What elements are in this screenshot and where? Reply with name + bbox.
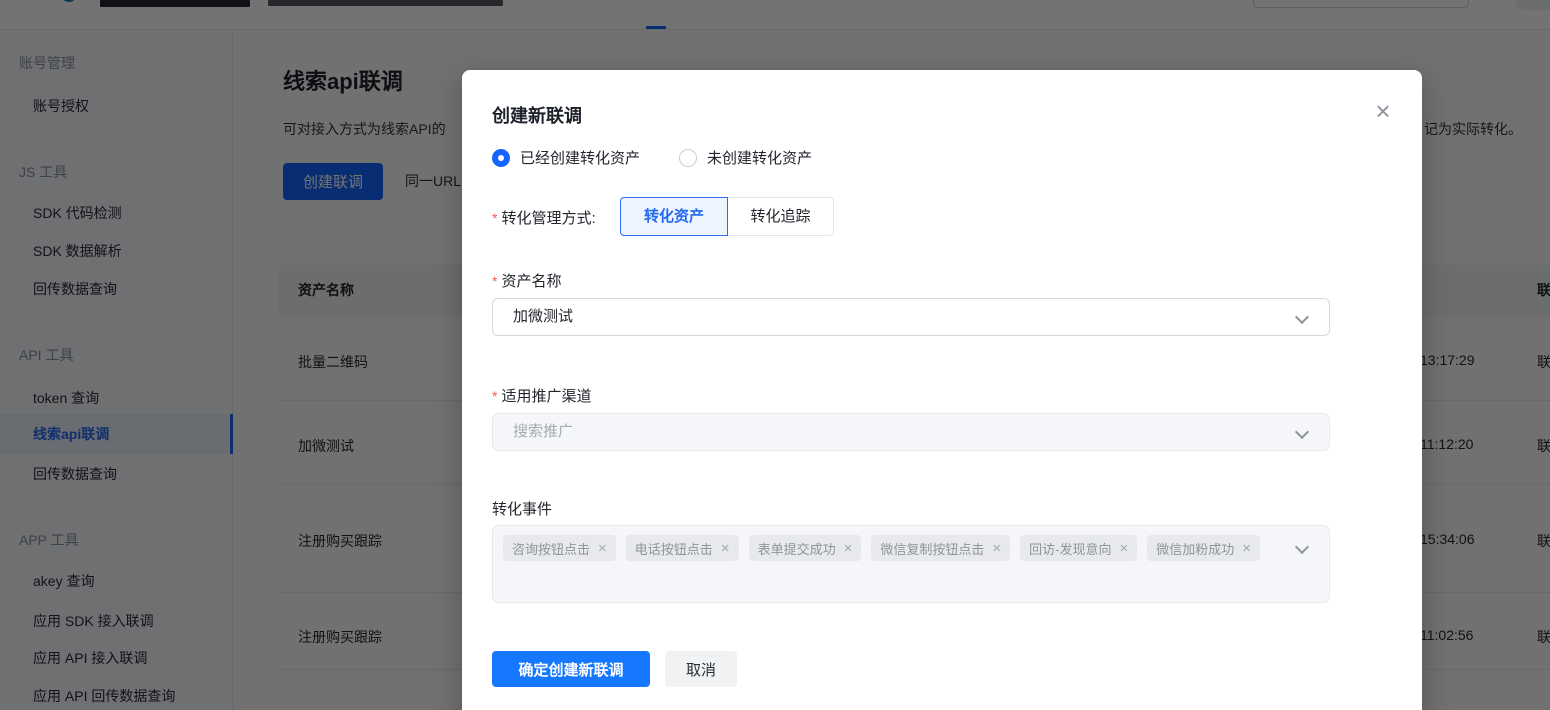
required-mark: * [492,388,498,404]
radio-unselected-icon[interactable] [679,149,697,167]
tag-remove-icon[interactable]: × [721,541,730,556]
promo-channel-label: * 适用推广渠道 [492,388,592,405]
chevron-down-icon [1297,427,1307,437]
event-tag: 微信复制按钮点击 × [871,535,1011,561]
chevron-down-icon [1297,542,1307,552]
asset-name-select-value: 加微测试 [513,308,574,325]
radio-label-asset-created[interactable]: 已经创建转化资产 [520,147,640,171]
cancel-button[interactable]: 取消 [665,651,737,687]
tag-remove-icon[interactable]: × [992,541,1001,556]
modal-title: 创建新联调 [492,106,582,126]
event-tag: 表单提交成功 × [748,535,862,561]
management-mode-segmented-control: 转化资产 转化追踪 [620,197,834,236]
tag-remove-icon[interactable]: × [1119,541,1128,556]
event-tag: 回访-发现意向 × [1020,535,1138,561]
promo-channel-select: 搜索推广 [492,413,1330,451]
promo-channel-select-value: 搜索推广 [513,423,574,440]
radio-selected-icon[interactable] [492,149,510,167]
asset-name-label: * 资产名称 [492,273,562,290]
event-tag: 电话按钮点击 × [625,535,739,561]
app-root: 账号管理 账号授权 JS 工具 SDK 代码检测 SDK 数据解析 回传数据查询… [0,0,1550,710]
management-mode-label: * 转化管理方式: [492,210,596,227]
create-debug-modal: 创建新联调 × 已经创建转化资产 未创建转化资产 * 转化管理方式: 转化资产 转… [462,70,1422,710]
confirm-create-button[interactable]: 确定创建新联调 [492,651,650,687]
asset-name-select[interactable]: 加微测试 [492,298,1330,336]
tag-remove-icon[interactable]: × [1242,541,1251,556]
close-icon[interactable]: × [1368,96,1398,126]
tag-remove-icon[interactable]: × [844,541,853,556]
event-tag-list: 咨询按钮点击 × 电话按钮点击 × 表单提交成功 × 微信复制按钮点击 × 回访-发现意… [503,535,1283,561]
chevron-down-icon [1297,312,1307,322]
event-tag: 咨询按钮点击 × [503,535,616,561]
conversion-event-multiselect[interactable]: 咨询按钮点击 × 电话按钮点击 × 表单提交成功 × 微信复制按钮点击 × 回访-发现意… [492,525,1330,603]
segment-conversion-asset[interactable]: 转化资产 [620,197,728,236]
conversion-event-label: 转化事件 [492,501,553,518]
required-mark: * [492,210,498,226]
required-mark: * [492,273,498,289]
tag-remove-icon[interactable]: × [598,541,607,556]
event-tag: 微信加粉成功 × [1147,535,1261,561]
segment-conversion-track[interactable]: 转化追踪 [728,197,834,236]
radio-label-asset-not-created[interactable]: 未创建转化资产 [707,147,812,171]
